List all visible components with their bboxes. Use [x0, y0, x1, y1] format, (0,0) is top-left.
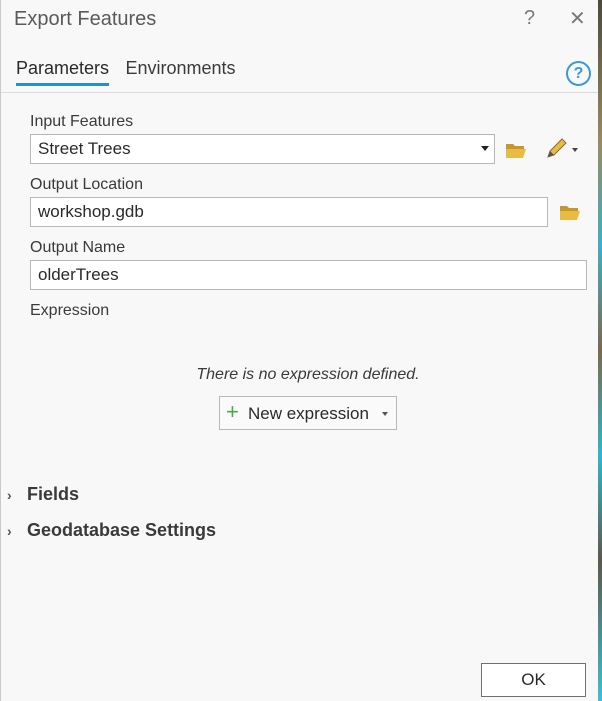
input-features-dropdown[interactable]: Street Trees [30, 134, 495, 164]
new-expression-button[interactable]: + New expression [219, 396, 397, 430]
tab-parameters[interactable]: Parameters [16, 58, 110, 86]
output-location-field[interactable]: workshop.gdb [30, 197, 548, 227]
new-expression-label: New expression [248, 404, 369, 423]
background-map-strip [598, 0, 602, 701]
section-fields[interactable]: › Fields [7, 484, 79, 505]
output-location-value: workshop.gdb [38, 202, 144, 221]
output-location-label: Output Location [30, 176, 143, 193]
expression-label: Expression [30, 302, 110, 319]
pencil-icon[interactable] [544, 137, 584, 161]
chevron-right-icon: › [7, 523, 12, 539]
section-fields-label: Fields [27, 484, 80, 504]
chevron-down-icon[interactable] [382, 412, 388, 416]
tab-environments[interactable]: Environments [126, 58, 236, 83]
plus-icon: + [226, 399, 239, 424]
chevron-right-icon: › [7, 487, 12, 503]
help-icon[interactable]: ? [524, 7, 535, 30]
title-bar: Export Features ? ✕ [1, 0, 598, 42]
section-geodatabase-settings-label: Geodatabase Settings [27, 520, 217, 540]
tab-bar: Parameters Environments [16, 58, 248, 90]
output-name-label: Output Name [30, 239, 126, 256]
ok-button[interactable]: OK [481, 663, 586, 697]
export-features-dialog: Export Features ? ✕ Parameters Environme… [0, 0, 602, 701]
folder-icon[interactable] [505, 141, 527, 159]
tab-divider [1, 92, 598, 93]
folder-icon[interactable] [559, 203, 581, 221]
close-icon[interactable]: ✕ [569, 6, 586, 31]
input-features-label: Input Features [30, 113, 134, 130]
section-geodatabase-settings[interactable]: › Geodatabase Settings [7, 520, 216, 541]
dropdown-arrow-icon[interactable] [481, 146, 489, 151]
input-features-value: Street Trees [38, 139, 131, 158]
help-circle-icon[interactable]: ? [566, 61, 591, 86]
output-name-field[interactable]: olderTrees [30, 260, 587, 290]
output-name-value: olderTrees [38, 265, 119, 284]
dialog-title: Export Features [14, 8, 157, 30]
expression-empty-message: There is no expression defined. [196, 366, 420, 383]
